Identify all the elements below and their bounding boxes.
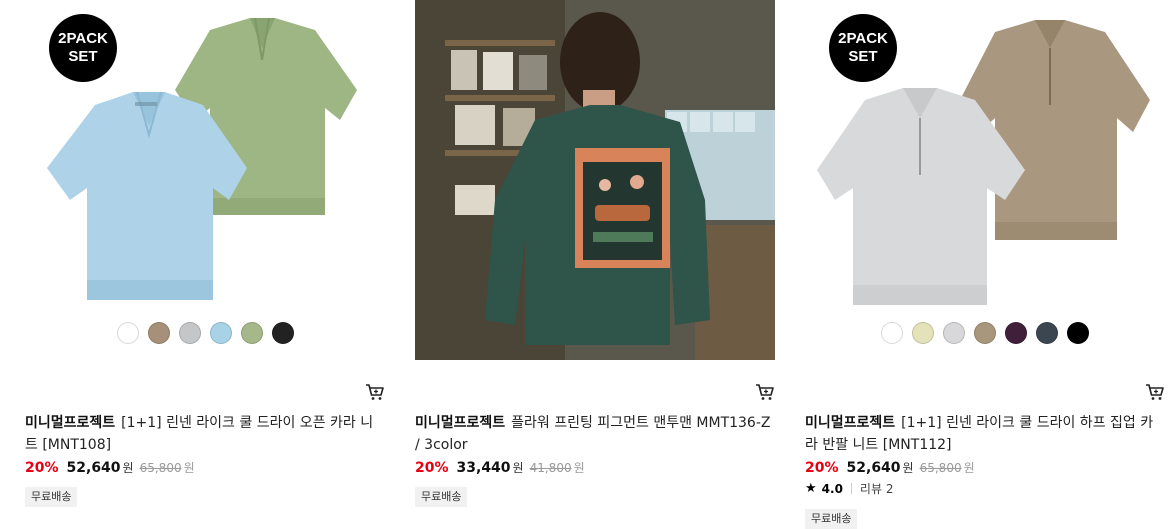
2pack-set-badge: 2PACK SET (49, 14, 117, 82)
price-unit: 원 (902, 461, 914, 475)
discount-rate: 20% (25, 460, 59, 476)
color-swatch-cream[interactable] (912, 322, 934, 344)
brand-name[interactable]: 미니멀프로젝트 (415, 415, 505, 431)
review-count[interactable]: 리뷰 2 (860, 480, 894, 497)
price-row: 20% 52,640 원 65,800 원 (25, 459, 195, 476)
product-title[interactable]: 미니멀프로젝트 [1+1] 린넨 라이크 쿨 드라이 하프 집업 카라 반팔 니트… (805, 412, 1165, 456)
price-unit: 원 (512, 461, 524, 475)
2pack-set-badge: 2PACK SET (829, 14, 897, 82)
free-shipping-tag: 무료배송 (25, 487, 78, 507)
color-swatch-white[interactable] (116, 322, 139, 344)
rating-row: ★ 4.0 리뷰 2 (805, 480, 893, 497)
cart-icon[interactable] (755, 382, 775, 402)
product-title[interactable]: 미니멀프로젝트 [1+1] 린넨 라이크 쿨 드라이 오픈 카라 니트 [MNT1… (25, 412, 385, 456)
color-swatch-black[interactable] (1067, 322, 1089, 344)
color-swatch-plum[interactable] (1005, 322, 1027, 344)
color-swatch-sky[interactable] (209, 322, 232, 344)
star-icon: ★ (805, 481, 817, 496)
rating-score: 4.0 (821, 481, 843, 496)
price-row: 20% 52,640 원 65,800 원 (805, 459, 975, 476)
original-price: 65,800 (919, 461, 962, 475)
cart-icon[interactable] (1145, 382, 1165, 402)
product-image[interactable]: 2PACK SET (25, 0, 385, 360)
color-swatch-gray[interactable] (178, 322, 201, 344)
color-swatch-beige[interactable] (974, 322, 996, 344)
color-swatch-charcoal[interactable] (1036, 322, 1058, 344)
original-price-unit: 원 (573, 461, 585, 475)
color-swatch-black[interactable] (271, 322, 294, 344)
product-card[interactable]: 미니멀프로젝트 플라워 프린팅 피그먼트 맨투맨 MMT136-Z / 3colo… (415, 0, 775, 529)
brand-name[interactable]: 미니멀프로젝트 (25, 415, 115, 431)
color-swatch-light-gray[interactable] (943, 322, 965, 344)
product-card[interactable]: 2PACK SET 미니멀프로젝트 [1+1] 린넨 라이크 쿨 드라이 오픈 카… (25, 0, 385, 529)
original-price: 41,800 (529, 461, 572, 475)
sale-price: 52,640 (66, 460, 121, 476)
original-price: 65,800 (139, 461, 182, 475)
color-swatches (25, 322, 385, 344)
cart-icon[interactable] (365, 382, 385, 402)
discount-rate: 20% (415, 460, 449, 476)
free-shipping-tag: 무료배송 (805, 509, 858, 529)
color-swatch-olive[interactable] (240, 322, 263, 344)
free-shipping-tag: 무료배송 (415, 487, 468, 507)
product-title[interactable]: 미니멀프로젝트 플라워 프린팅 피그먼트 맨투맨 MMT136-Z / 3colo… (415, 412, 775, 456)
original-price-unit: 원 (963, 461, 975, 475)
color-swatch-white[interactable] (881, 322, 903, 344)
product-card[interactable]: 2PACK SET 미니멀프로젝트 [1+1] 린넨 라이크 쿨 드라이 하프 집… (805, 0, 1165, 529)
product-image[interactable]: 2PACK SET (805, 0, 1165, 360)
color-swatch-mocha[interactable] (147, 322, 170, 344)
price-row: 20% 33,440 원 41,800 원 (415, 459, 585, 476)
sale-price: 33,440 (456, 460, 511, 476)
divider (850, 483, 852, 494)
brand-name[interactable]: 미니멀프로젝트 (805, 415, 895, 431)
sale-price: 52,640 (846, 460, 901, 476)
product-image[interactable] (415, 0, 775, 360)
sweatshirt-photo (415, 0, 775, 360)
discount-rate: 20% (805, 460, 839, 476)
original-price-unit: 원 (183, 461, 195, 475)
color-swatches (805, 322, 1165, 344)
price-unit: 원 (122, 461, 134, 475)
